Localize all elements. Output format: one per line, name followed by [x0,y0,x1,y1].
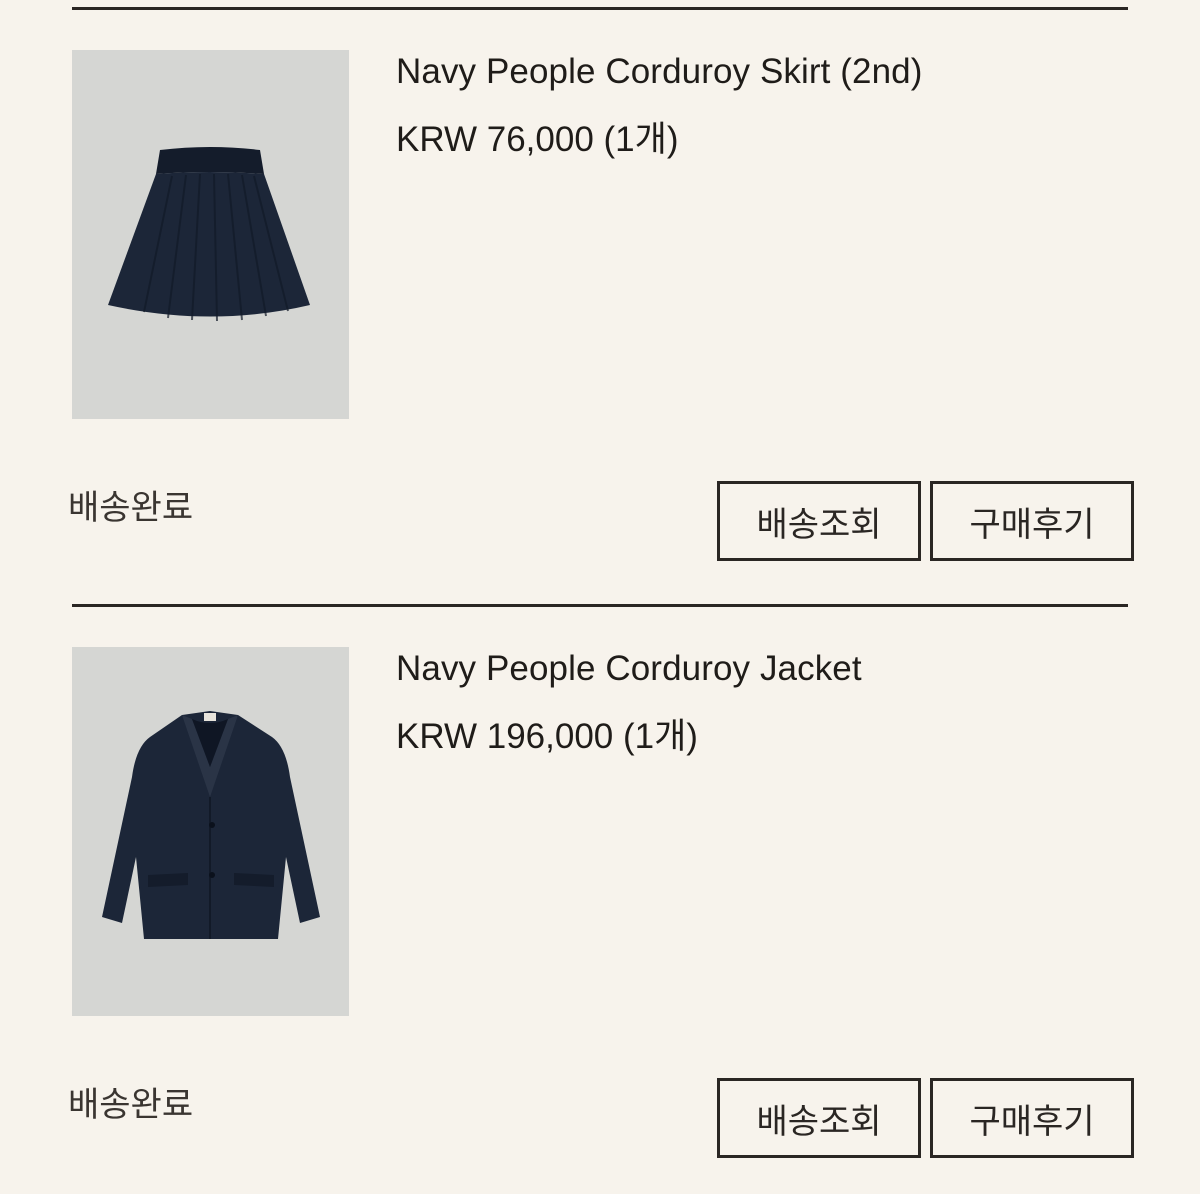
product-name[interactable]: Navy People Corduroy Jacket [396,649,862,689]
write-review-button[interactable]: 구매후기 [930,481,1134,561]
product-price: KRW 196,000 (1개) [396,717,698,756]
divider [72,604,1128,607]
divider [72,7,1128,10]
track-delivery-button[interactable]: 배송조회 [717,481,921,561]
product-name[interactable]: Navy People Corduroy Skirt (2nd) [396,52,922,92]
jacket-illustration [102,711,320,939]
product-image-jacket[interactable] [72,647,349,1016]
order-item: Navy People Corduroy Skirt (2nd) KRW 76,… [0,0,1200,597]
product-price: KRW 76,000 (1개) [396,120,679,159]
track-delivery-button[interactable]: 배송조회 [717,1078,921,1158]
skirt-illustration [108,147,310,322]
write-review-button[interactable]: 구매후기 [930,1078,1134,1158]
order-item: Navy People Corduroy Jacket KRW 196,000 … [0,597,1200,1194]
order-status: 배송완료 [68,489,194,527]
order-status: 배송완료 [68,1086,194,1124]
product-image-skirt[interactable] [72,50,349,419]
